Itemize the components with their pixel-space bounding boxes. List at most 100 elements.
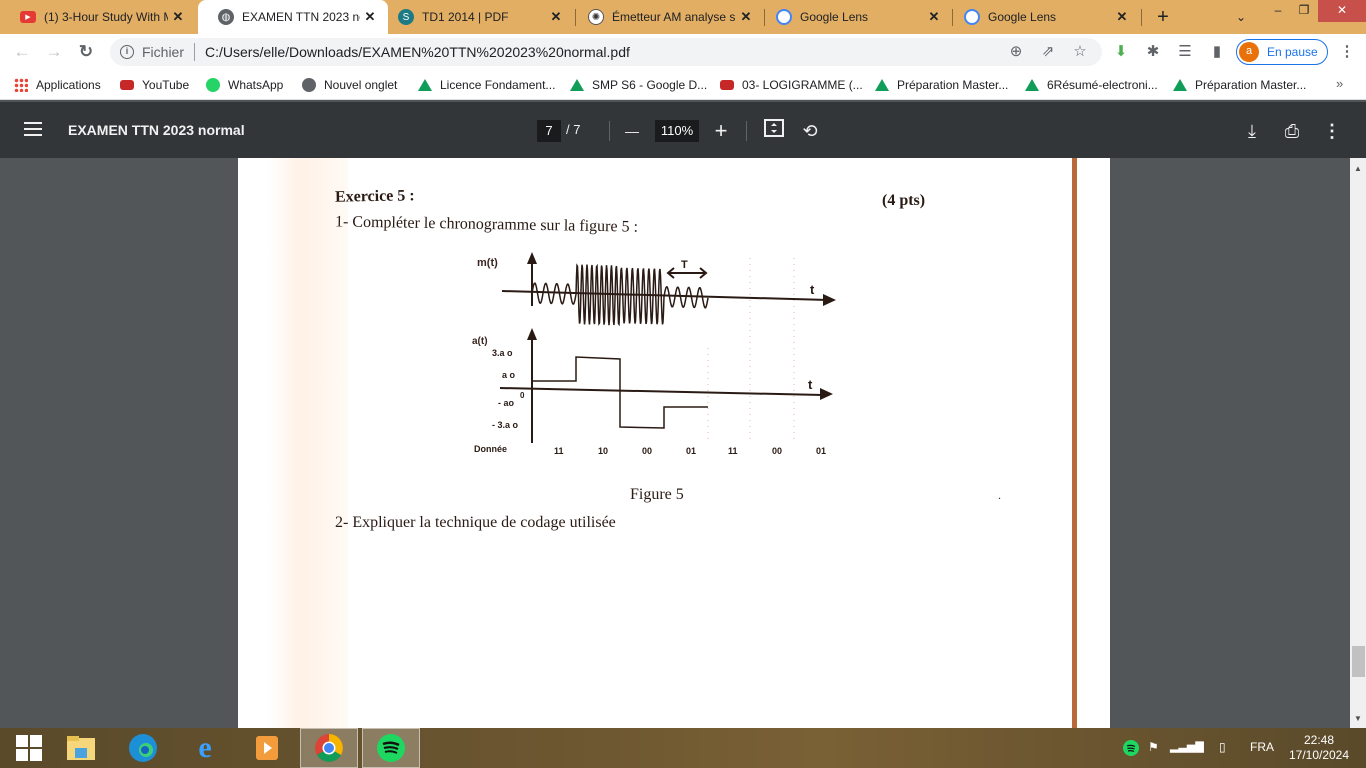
language-indicator[interactable]: FRA xyxy=(1250,740,1274,754)
data-row-label: Donnée xyxy=(474,444,507,454)
profile-button[interactable]: a En pause xyxy=(1236,39,1328,65)
stray-mark: . xyxy=(998,488,1001,502)
extensions-puzzle-icon[interactable]: ✱ xyxy=(1142,41,1164,63)
windows-start-icon[interactable] xyxy=(0,728,58,768)
google-lens-icon xyxy=(776,9,792,25)
level-label: - 3.a o xyxy=(492,420,519,430)
print-icon[interactable]: ⎙ xyxy=(1280,119,1304,143)
chrome-icon[interactable] xyxy=(300,728,358,768)
figure-5-chronogram: m(t) t T a(t) t 0 3.a o a o - ao - 3.a o… xyxy=(472,252,836,456)
at-t-label: t xyxy=(808,377,813,392)
scroll-down-arrow[interactable]: ▼ xyxy=(1350,712,1366,726)
clock[interactable]: 22:48 17/10/2024 xyxy=(1286,733,1352,763)
question-2: 2- Expliquer la technique de codage util… xyxy=(335,514,616,531)
bookmark-licence[interactable]: Licence Fondament... xyxy=(418,76,555,94)
new-tab-button[interactable]: + xyxy=(1150,4,1176,30)
close-tab-icon[interactable]: ✕ xyxy=(736,9,756,25)
at-label: a(t) xyxy=(472,336,488,347)
close-tab-icon[interactable]: ✕ xyxy=(168,9,188,25)
share-icon[interactable]: ⇗ xyxy=(1038,42,1058,62)
scan-stain xyxy=(268,158,348,728)
tab-search-button[interactable]: ⌄ xyxy=(1228,4,1254,30)
close-tab-icon[interactable]: ✕ xyxy=(546,9,566,25)
data-symbol: 01 xyxy=(686,446,696,456)
bookmark-label: SMP S6 - Google D... xyxy=(592,78,708,92)
bookmark-preparation-master-1[interactable]: Préparation Master... xyxy=(875,76,1008,94)
bookmark-star-icon[interactable]: ☆ xyxy=(1070,42,1090,62)
bookmark-youtube[interactable]: YouTube xyxy=(120,76,189,94)
bookmark-smp-s6[interactable]: SMP S6 - Google D... xyxy=(570,76,707,94)
site-info-icon[interactable]: i xyxy=(120,45,134,59)
back-button[interactable]: ← xyxy=(10,40,34,64)
address-bar[interactable]: i Fichier C:/Users/elle/Downloads/EXAMEN… xyxy=(110,38,1102,66)
bookmark-whatsapp[interactable]: WhatsApp xyxy=(206,76,283,94)
menu-hamburger-icon[interactable] xyxy=(24,122,42,136)
tab-google-lens-1[interactable]: Google Lens ✕ xyxy=(756,0,952,34)
exercise-title: Exercice 5 : xyxy=(334,187,415,206)
scroll-up-arrow[interactable]: ▲ xyxy=(1350,162,1366,176)
data-symbol: 11 xyxy=(554,446,564,456)
fit-page-icon[interactable] xyxy=(762,119,786,143)
scroll-thumb[interactable] xyxy=(1352,646,1365,677)
youtube-icon xyxy=(720,80,734,90)
side-panel-icon[interactable]: ▮ xyxy=(1206,41,1228,63)
spotify-tray-icon[interactable] xyxy=(1123,740,1139,759)
origin-label: 0 xyxy=(520,391,525,400)
vertical-scrollbar[interactable]: ▲ ▼ xyxy=(1350,158,1366,728)
profile-status: En pause xyxy=(1267,45,1318,59)
zoom-icon[interactable]: ⊕ xyxy=(1006,42,1026,62)
bookmark-resume-electronique[interactable]: 6Résumé-electroni... xyxy=(1025,76,1158,94)
file-explorer-icon[interactable] xyxy=(52,728,110,768)
bookmark-nouvel-onglet[interactable]: Nouvel onglet xyxy=(302,76,397,94)
bookmarks-bar: Applications YouTube WhatsApp Nouvel ong… xyxy=(0,70,1366,100)
bookmark-applications[interactable]: Applications xyxy=(14,76,101,94)
zoom-level-input[interactable]: 110% xyxy=(655,120,699,142)
google-drive-icon xyxy=(1025,79,1039,91)
youtube-icon xyxy=(120,80,134,90)
zoom-out-button[interactable]: — xyxy=(620,119,644,143)
url-text[interactable]: C:/Users/elle/Downloads/EXAMEN%20TTN%202… xyxy=(205,44,630,60)
spotify-icon[interactable] xyxy=(362,728,420,768)
period-label: T xyxy=(681,259,688,271)
internet-explorer-icon[interactable]: e xyxy=(176,728,234,768)
bookmark-label: Préparation Master... xyxy=(1195,78,1307,92)
close-tab-icon[interactable]: ✕ xyxy=(924,9,944,25)
download-icon[interactable]: ⤓ xyxy=(1240,119,1264,143)
pdf-page: Exercice 5 : (4 pts) 1- Compléter le chr… xyxy=(238,158,1110,728)
close-tab-icon[interactable]: ✕ xyxy=(1112,9,1132,25)
tab-google-lens-2[interactable]: Google Lens ✕ xyxy=(944,0,1140,34)
page-number-input[interactable]: 7 xyxy=(537,120,561,142)
battery-charging-icon[interactable]: ▯ xyxy=(1219,740,1226,754)
zoom-in-button[interactable]: + xyxy=(709,119,733,143)
media-player-icon[interactable] xyxy=(238,728,296,768)
data-symbol: 00 xyxy=(772,446,782,456)
level-label: a o xyxy=(502,370,516,380)
bookmark-preparation-master-2[interactable]: Préparation Master... xyxy=(1173,76,1306,94)
menu-kebab-icon[interactable]: ⋮ xyxy=(1336,41,1358,63)
question-1: 1- Compléter le chronogramme sur la figu… xyxy=(334,213,639,236)
tab-td1-2014[interactable]: S TD1 2014 | PDF ✕ xyxy=(378,0,574,34)
bookmarks-overflow-button[interactable]: » xyxy=(1336,76,1343,91)
edge-icon[interactable] xyxy=(114,728,172,768)
rotate-icon[interactable]: ⟲ xyxy=(798,119,822,143)
media-queue-icon[interactable]: ☰ xyxy=(1174,41,1196,63)
forward-button[interactable]: → xyxy=(42,40,66,64)
reload-button[interactable]: ↻ xyxy=(74,40,98,64)
data-symbol: 11 xyxy=(728,446,738,456)
volume-icon[interactable]: 🔈︎ xyxy=(1197,740,1204,755)
download-extension-icon[interactable]: ⬇ xyxy=(1110,41,1132,63)
toolbar-divider xyxy=(609,121,610,141)
action-center-flag-icon[interactable]: ⚑ xyxy=(1148,740,1159,754)
tab-title: (1) 3-Hour Study With M xyxy=(44,10,168,24)
tab-title: TD1 2014 | PDF xyxy=(422,10,509,24)
scribd-icon: S xyxy=(398,9,414,25)
youtube-icon: ▶ xyxy=(20,11,36,23)
bookmark-logigramme[interactable]: 03- LOGIGRAMME (... xyxy=(720,76,863,94)
tab-examen-ttn[interactable]: ◍ EXAMEN TTN 2023 normal ✕ xyxy=(198,0,388,34)
tab-youtube-study[interactable]: ▶ (1) 3-Hour Study With M ✕ xyxy=(0,0,196,34)
close-window-button[interactable]: ✕ xyxy=(1318,0,1366,22)
close-tab-icon[interactable]: ✕ xyxy=(360,9,380,25)
more-options-icon[interactable]: ⋮ xyxy=(1320,119,1344,143)
tab-emetteur-am[interactable]: ✺ Émetteur AM analyse si ✕ xyxy=(568,0,764,34)
figure-caption: Figure 5 xyxy=(630,486,684,503)
